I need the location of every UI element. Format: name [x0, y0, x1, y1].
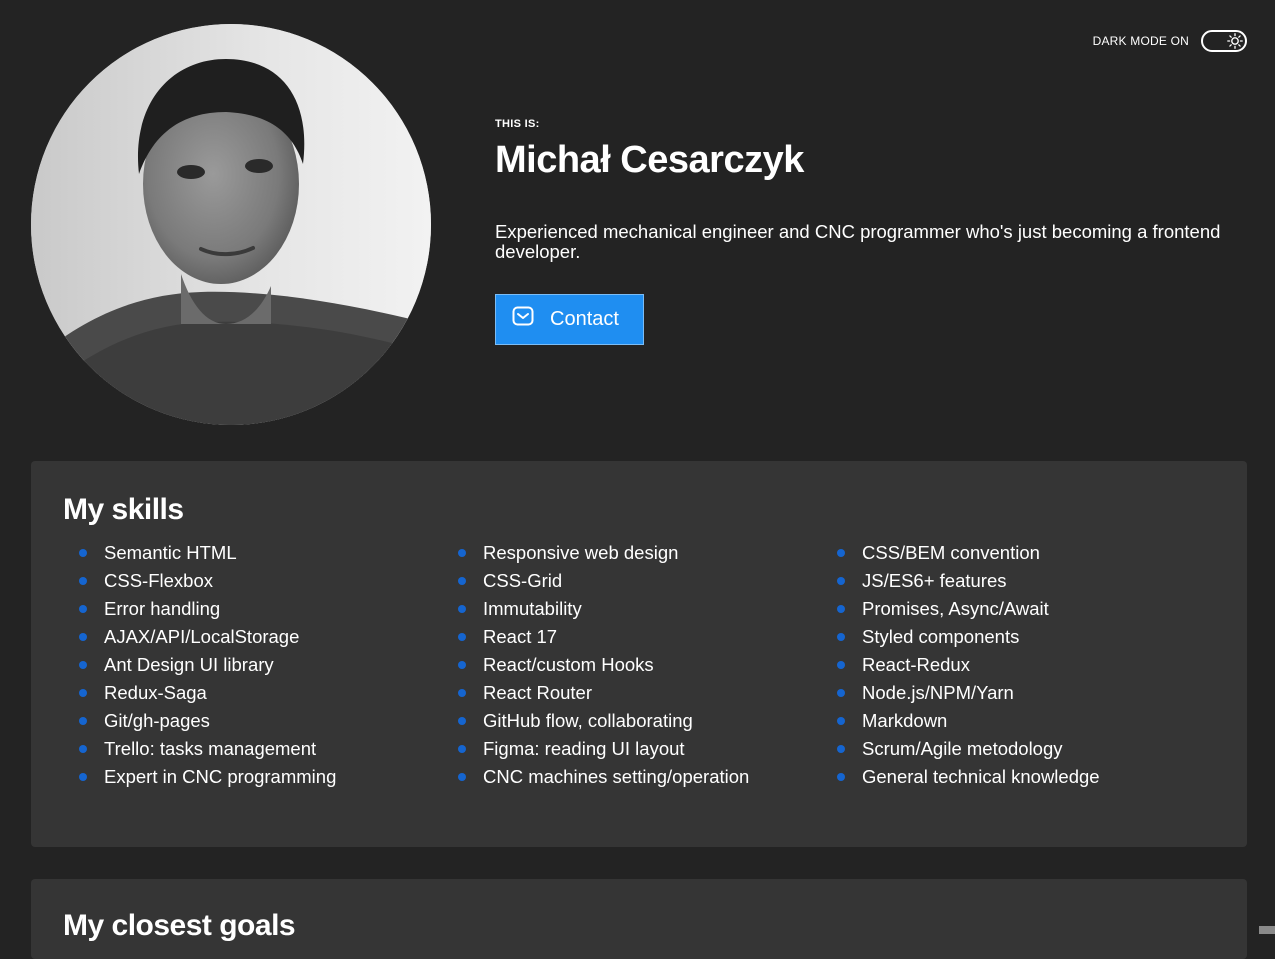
list-item: GitHub flow, collaborating	[458, 707, 837, 735]
list-item: Trello: tasks management	[79, 735, 458, 763]
list-item: JS/ES6+ features	[837, 567, 1216, 595]
list-item: Redux-Saga	[79, 679, 458, 707]
list-item: Git/gh-pages	[79, 707, 458, 735]
mail-icon	[512, 306, 534, 332]
list-item: Markdown	[837, 707, 1216, 735]
bullet-icon	[79, 717, 87, 725]
bullet-icon	[837, 745, 845, 753]
list-item: Expert in CNC programming	[79, 763, 458, 791]
bullet-icon	[79, 689, 87, 697]
list-item: Promises, Async/Await	[837, 595, 1216, 623]
bullet-icon	[458, 661, 466, 669]
contact-button-label: Contact	[550, 307, 619, 330]
list-item: CSS/BEM convention	[837, 539, 1216, 567]
goals-title: My closest goals	[63, 909, 296, 942]
bullet-icon	[79, 661, 87, 669]
bullet-icon	[837, 717, 845, 725]
bullet-icon	[458, 773, 466, 781]
skills-section: My skills Semantic HTML Responsive web d…	[31, 461, 1247, 847]
list-item: CNC machines setting/operation	[458, 763, 837, 791]
goals-section: My closest goals	[31, 879, 1247, 959]
list-item: Scrum/Agile metodology	[837, 735, 1216, 763]
bullet-icon	[837, 605, 845, 613]
list-item: Styled components	[837, 623, 1216, 651]
list-item: Figma: reading UI layout	[458, 735, 837, 763]
list-item: Ant Design UI library	[79, 651, 458, 679]
bullet-icon	[837, 773, 845, 781]
bullet-icon	[79, 605, 87, 613]
list-item: General technical knowledge	[837, 763, 1216, 791]
list-item: Error handling	[79, 595, 458, 623]
list-item: React-Redux	[837, 651, 1216, 679]
bullet-icon	[837, 689, 845, 697]
avatar	[31, 24, 431, 425]
bullet-icon	[458, 633, 466, 641]
list-item: React 17	[458, 623, 837, 651]
bullet-icon	[458, 605, 466, 613]
page-title: Michał Cesarczyk	[495, 139, 804, 181]
list-item: Semantic HTML	[79, 539, 458, 567]
bullet-icon	[458, 745, 466, 753]
scrollbar-thumb[interactable]	[1259, 926, 1275, 934]
profile-header: THIS IS: Michał Cesarczyk Experienced me…	[31, 24, 1247, 426]
intro: THIS IS: Michał Cesarczyk Experienced me…	[495, 118, 1247, 345]
description: Experienced mechanical engineer and CNC …	[495, 220, 1221, 262]
skills-title: My skills	[63, 493, 184, 526]
list-item: React/custom Hooks	[458, 651, 837, 679]
bullet-icon	[837, 549, 845, 557]
bullet-icon	[458, 577, 466, 585]
bullet-icon	[837, 633, 845, 641]
bullet-icon	[79, 549, 87, 557]
list-item: Node.js/NPM/Yarn	[837, 679, 1216, 707]
list-item: AJAX/API/LocalStorage	[79, 623, 458, 651]
list-item: Responsive web design	[458, 539, 837, 567]
bullet-icon	[458, 689, 466, 697]
eyebrow: THIS IS:	[495, 118, 540, 130]
bullet-icon	[458, 717, 466, 725]
bullet-icon	[79, 577, 87, 585]
bullet-icon	[79, 633, 87, 641]
bullet-icon	[79, 745, 87, 753]
bullet-icon	[837, 577, 845, 585]
list-item: CSS-Grid	[458, 567, 837, 595]
bullet-icon	[837, 661, 845, 669]
contact-button[interactable]: Contact	[495, 293, 644, 345]
bullet-icon	[79, 773, 87, 781]
bullet-icon	[458, 549, 466, 557]
list-item: React Router	[458, 679, 837, 707]
list-item: Immutability	[458, 595, 837, 623]
list-item: CSS-Flexbox	[79, 567, 458, 595]
skills-list: Semantic HTML Responsive web design CSS/…	[79, 539, 1229, 791]
